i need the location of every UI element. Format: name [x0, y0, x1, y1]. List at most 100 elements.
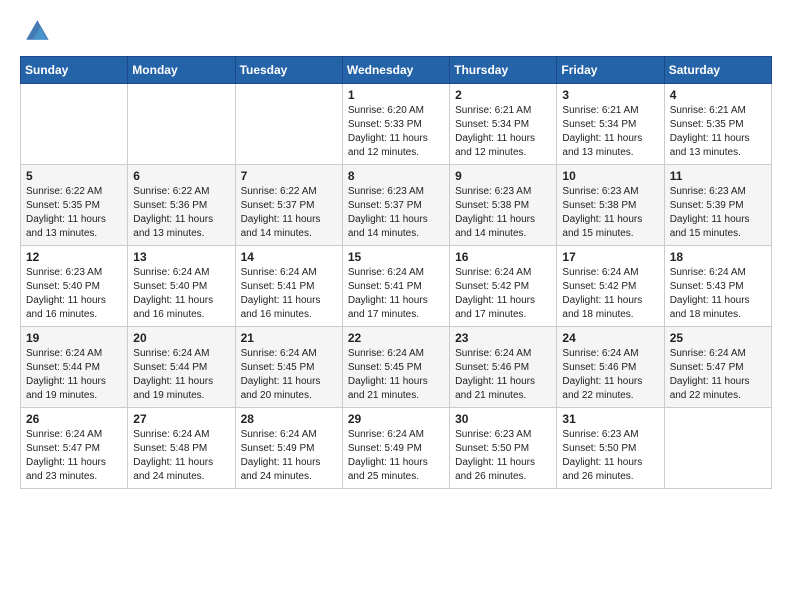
cell-sunrise: Sunrise: 6:22 AMSunset: 5:35 PMDaylight:… [26, 186, 106, 239]
calendar-cell [664, 408, 771, 489]
calendar-cell: 26 Sunrise: 6:24 AMSunset: 5:47 PMDayligh… [21, 408, 128, 489]
weekday-header: Saturday [664, 57, 771, 84]
day-number: 28 [241, 412, 337, 426]
cell-sunrise: Sunrise: 6:24 AMSunset: 5:44 PMDaylight:… [133, 348, 213, 401]
calendar-cell: 18 Sunrise: 6:24 AMSunset: 5:43 PMDayligh… [664, 246, 771, 327]
day-number: 17 [562, 250, 658, 264]
cell-sunrise: Sunrise: 6:24 AMSunset: 5:41 PMDaylight:… [241, 267, 321, 320]
calendar-week-row: 1 Sunrise: 6:20 AMSunset: 5:33 PMDaylight… [21, 84, 772, 165]
cell-sunrise: Sunrise: 6:24 AMSunset: 5:42 PMDaylight:… [562, 267, 642, 320]
calendar-cell: 16 Sunrise: 6:24 AMSunset: 5:42 PMDayligh… [450, 246, 557, 327]
calendar-cell: 13 Sunrise: 6:24 AMSunset: 5:40 PMDayligh… [128, 246, 235, 327]
calendar-cell: 25 Sunrise: 6:24 AMSunset: 5:47 PMDayligh… [664, 327, 771, 408]
weekday-header: Monday [128, 57, 235, 84]
calendar-cell: 27 Sunrise: 6:24 AMSunset: 5:48 PMDayligh… [128, 408, 235, 489]
cell-sunrise: Sunrise: 6:24 AMSunset: 5:44 PMDaylight:… [26, 348, 106, 401]
calendar-table: SundayMondayTuesdayWednesdayThursdayFrid… [20, 56, 772, 489]
calendar-cell: 9 Sunrise: 6:23 AMSunset: 5:38 PMDaylight… [450, 165, 557, 246]
day-number: 7 [241, 169, 337, 183]
cell-sunrise: Sunrise: 6:24 AMSunset: 5:45 PMDaylight:… [241, 348, 321, 401]
calendar-cell: 5 Sunrise: 6:22 AMSunset: 5:35 PMDaylight… [21, 165, 128, 246]
cell-sunrise: Sunrise: 6:24 AMSunset: 5:48 PMDaylight:… [133, 429, 213, 482]
day-number: 26 [26, 412, 122, 426]
day-number: 25 [670, 331, 766, 345]
day-number: 29 [348, 412, 444, 426]
calendar-week-row: 19Sunrise: 6:24 AMSunset: 5:44 PMDayligh… [21, 327, 772, 408]
weekday-header-row: SundayMondayTuesdayWednesdayThursdayFrid… [21, 57, 772, 84]
cell-sunrise: Sunrise: 6:24 AMSunset: 5:42 PMDaylight:… [455, 267, 535, 320]
cell-sunrise: Sunrise: 6:22 AMSunset: 5:37 PMDaylight:… [241, 186, 321, 239]
day-number: 14 [241, 250, 337, 264]
day-number: 9 [455, 169, 551, 183]
calendar-cell: 29 Sunrise: 6:24 AMSunset: 5:49 PMDayligh… [342, 408, 449, 489]
logo [20, 16, 50, 44]
calendar-cell: 7 Sunrise: 6:22 AMSunset: 5:37 PMDaylight… [235, 165, 342, 246]
cell-sunrise: Sunrise: 6:23 AMSunset: 5:38 PMDaylight:… [562, 186, 642, 239]
calendar-cell: 12 Sunrise: 6:23 AMSunset: 5:40 PMDayligh… [21, 246, 128, 327]
day-number: 12 [26, 250, 122, 264]
calendar-cell: 2Sunrise: 6:21 AMSunset: 5:34 PMDaylight… [450, 84, 557, 165]
day-number: 8 [348, 169, 444, 183]
calendar-cell: 24Sunrise: 6:24 AMSunset: 5:46 PMDayligh… [557, 327, 664, 408]
cell-sunrise: Sunrise: 6:24 AMSunset: 5:40 PMDaylight:… [133, 267, 213, 320]
weekday-header: Sunday [21, 57, 128, 84]
day-number: 16 [455, 250, 551, 264]
day-number: 10 [562, 169, 658, 183]
cell-sunrise: Sunrise: 6:24 AMSunset: 5:47 PMDaylight:… [26, 429, 106, 482]
day-number: 3 [562, 88, 658, 102]
calendar-cell: 31 Sunrise: 6:23 AMSunset: 5:50 PMDayligh… [557, 408, 664, 489]
cell-sunrise: Sunrise: 6:24 AMSunset: 5:45 PMDaylight:… [348, 348, 428, 401]
calendar-cell: 8 Sunrise: 6:23 AMSunset: 5:37 PMDaylight… [342, 165, 449, 246]
cell-sunrise: Sunrise: 6:23 AMSunset: 5:37 PMDaylight:… [348, 186, 428, 239]
calendar-cell: 20 Sunrise: 6:24 AMSunset: 5:44 PMDayligh… [128, 327, 235, 408]
weekday-header: Thursday [450, 57, 557, 84]
day-number: 5 [26, 169, 122, 183]
weekday-header: Friday [557, 57, 664, 84]
day-number: 4 [670, 88, 766, 102]
day-number: 21 [241, 331, 337, 345]
calendar-cell: 22Sunrise: 6:24 AMSunset: 5:45 PMDayligh… [342, 327, 449, 408]
calendar-cell: 19Sunrise: 6:24 AMSunset: 5:44 PMDayligh… [21, 327, 128, 408]
day-number: 18 [670, 250, 766, 264]
calendar-cell: 28Sunrise: 6:24 AMSunset: 5:49 PMDayligh… [235, 408, 342, 489]
cell-sunrise: Sunrise: 6:23 AMSunset: 5:40 PMDaylight:… [26, 267, 106, 320]
cell-sunrise: Sunrise: 6:20 AMSunset: 5:33 PMDaylight:… [348, 105, 428, 158]
calendar-cell: 3 Sunrise: 6:21 AMSunset: 5:34 PMDaylight… [557, 84, 664, 165]
calendar-cell: 1 Sunrise: 6:20 AMSunset: 5:33 PMDaylight… [342, 84, 449, 165]
day-number: 11 [670, 169, 766, 183]
page: SundayMondayTuesdayWednesdayThursdayFrid… [0, 0, 792, 612]
calendar-cell: 21 Sunrise: 6:24 AMSunset: 5:45 PMDayligh… [235, 327, 342, 408]
cell-sunrise: Sunrise: 6:23 AMSunset: 5:50 PMDaylight:… [455, 429, 535, 482]
cell-sunrise: Sunrise: 6:24 AMSunset: 5:41 PMDaylight:… [348, 267, 428, 320]
calendar-cell: 11 Sunrise: 6:23 AMSunset: 5:39 PMDayligh… [664, 165, 771, 246]
calendar-cell [128, 84, 235, 165]
day-number: 30 [455, 412, 551, 426]
cell-sunrise: Sunrise: 6:21 AMSunset: 5:34 PMDaylight:… [562, 105, 642, 158]
cell-sunrise: Sunrise: 6:21 AMSunset: 5:35 PMDaylight:… [670, 105, 750, 158]
weekday-header: Wednesday [342, 57, 449, 84]
cell-sunrise: Sunrise: 6:24 AMSunset: 5:49 PMDaylight:… [348, 429, 428, 482]
day-number: 1 [348, 88, 444, 102]
calendar-cell: 30 Sunrise: 6:23 AMSunset: 5:50 PMDayligh… [450, 408, 557, 489]
calendar-cell: 4 Sunrise: 6:21 AMSunset: 5:35 PMDaylight… [664, 84, 771, 165]
cell-sunrise: Sunrise: 6:24 AMSunset: 5:43 PMDaylight:… [670, 267, 750, 320]
cell-sunrise: Sunrise: 6:23 AMSunset: 5:38 PMDaylight:… [455, 186, 535, 239]
day-number: 20 [133, 331, 229, 345]
day-number: 31 [562, 412, 658, 426]
day-number: 15 [348, 250, 444, 264]
day-number: 13 [133, 250, 229, 264]
cell-sunrise: Sunrise: 6:24 AMSunset: 5:46 PMDaylight:… [455, 348, 535, 401]
calendar-cell: 10 Sunrise: 6:23 AMSunset: 5:38 PMDayligh… [557, 165, 664, 246]
calendar-cell: 14 Sunrise: 6:24 AMSunset: 5:41 PMDayligh… [235, 246, 342, 327]
cell-sunrise: Sunrise: 6:24 AMSunset: 5:46 PMDaylight:… [562, 348, 642, 401]
calendar-cell: 15 Sunrise: 6:24 AMSunset: 5:41 PMDayligh… [342, 246, 449, 327]
calendar-cell [21, 84, 128, 165]
calendar-cell: 17 Sunrise: 6:24 AMSunset: 5:42 PMDayligh… [557, 246, 664, 327]
cell-sunrise: Sunrise: 6:23 AMSunset: 5:39 PMDaylight:… [670, 186, 750, 239]
day-number: 27 [133, 412, 229, 426]
header [20, 16, 772, 44]
cell-sunrise: Sunrise: 6:22 AMSunset: 5:36 PMDaylight:… [133, 186, 213, 239]
cell-sunrise: Sunrise: 6:23 AMSunset: 5:50 PMDaylight:… [562, 429, 642, 482]
cell-sunrise: Sunrise: 6:24 AMSunset: 5:47 PMDaylight:… [670, 348, 750, 401]
day-number: 23 [455, 331, 551, 345]
